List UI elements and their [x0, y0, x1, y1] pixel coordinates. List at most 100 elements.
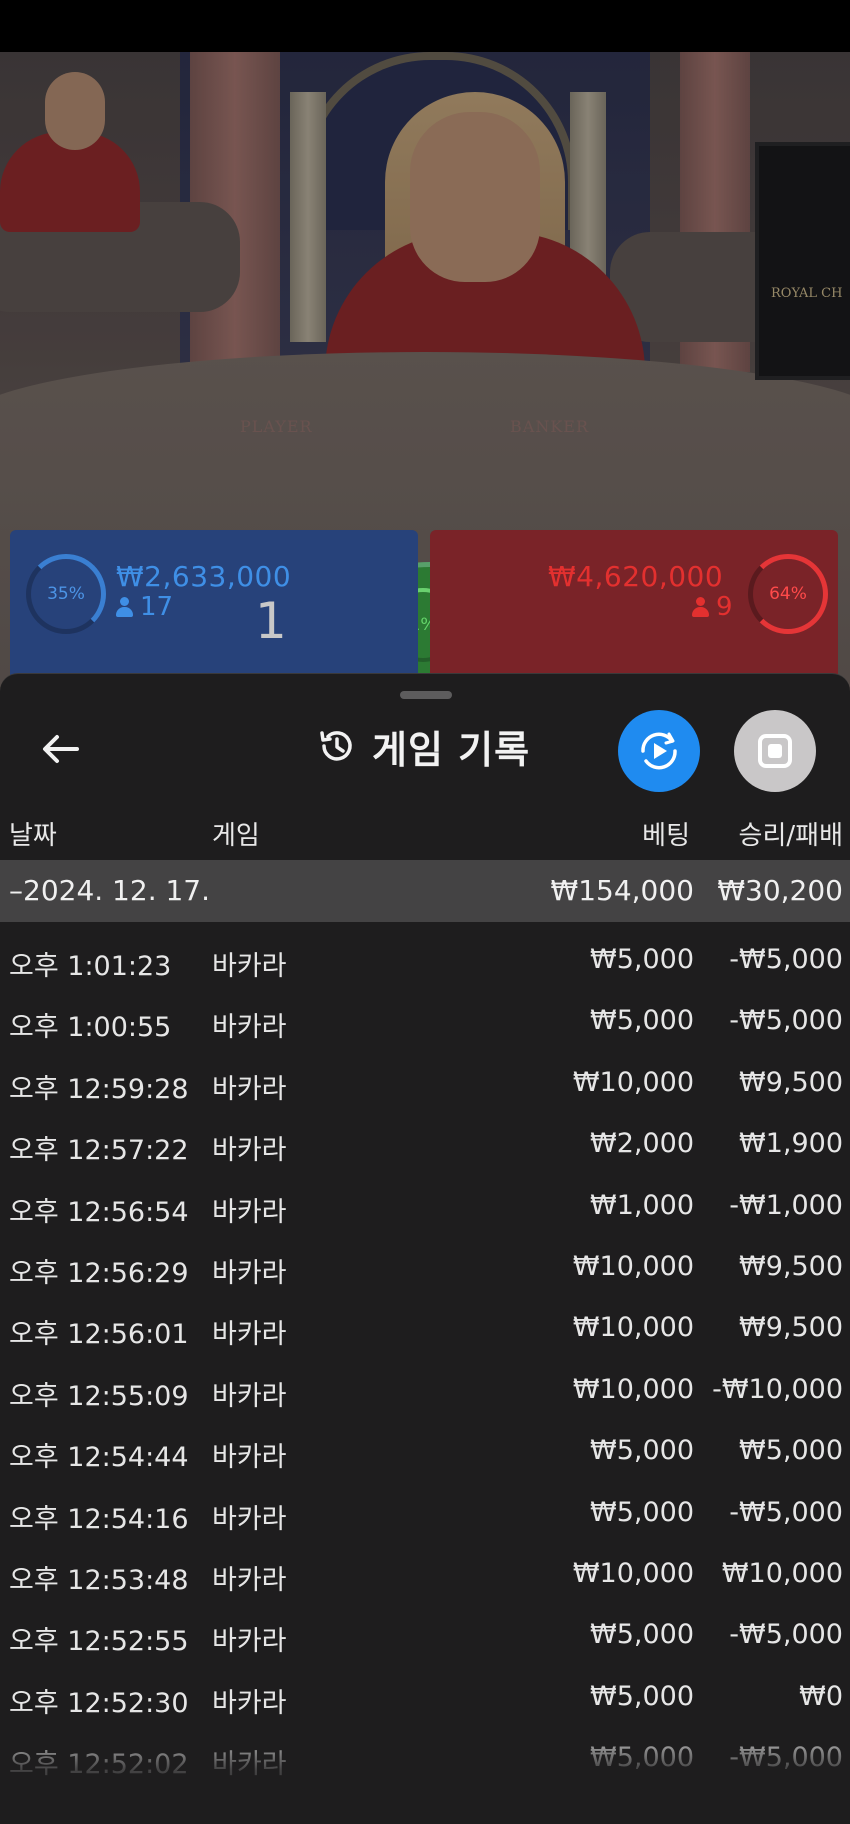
player-bet-panel[interactable]: 35% ₩2,633,000 17 1 [10, 530, 418, 695]
row-time: 오후 12:57:22 [9, 1135, 189, 1167]
row-result: -₩5,000 [729, 1496, 843, 1528]
row-time: 오후 1:00:55 [9, 1012, 172, 1044]
row-game: 바카라 [212, 1196, 287, 1228]
player-count: 17 [116, 592, 173, 622]
row-bet: ₩10,000 [572, 1373, 694, 1405]
sheet-header: 게임 기록 [316, 716, 530, 776]
row-time: 오후 12:54:16 [9, 1503, 189, 1535]
row-result: ₩10,000 [721, 1557, 843, 1589]
row-game: 바카라 [212, 1442, 287, 1474]
row-result: -₩5,000 [729, 1005, 843, 1037]
row-bet: ₩10,000 [572, 1066, 694, 1098]
row-time: 오후 12:54:44 [9, 1442, 189, 1474]
table-header: 날짜 게임 베팅 승리/패배 [0, 809, 850, 859]
row-result: -₩10,000 [712, 1373, 843, 1405]
banker-count-value: 9 [716, 592, 733, 622]
person-icon [116, 597, 133, 617]
column-date: 날짜 [9, 821, 57, 851]
status-bar [0, 0, 850, 52]
video-replay-button[interactable] [618, 710, 700, 792]
video-replay-icon [641, 732, 677, 770]
row-bet: ₩5,000 [590, 1435, 694, 1467]
row-result: ₩9,500 [739, 1312, 843, 1344]
row-game: 바카라 [212, 951, 287, 982]
row-game: 바카라 [212, 1257, 287, 1289]
table-row[interactable]: 오후 12:54:44 바카라 ₩5,000 ₩5,000 [0, 1413, 850, 1474]
date-group-bet-total: ₩154,000 [550, 874, 694, 907]
date-group-row[interactable]: –2024. 12. 17. ₩154,000 ₩30,200 [0, 860, 850, 922]
table-row[interactable]: 오후 12:54:16 바카라 ₩5,000 -₩5,000 [0, 1475, 850, 1536]
row-bet: ₩1,000 [590, 1189, 694, 1221]
person-icon [692, 597, 709, 617]
row-time: 오후 1:01:23 [9, 951, 172, 982]
table-row[interactable]: 오후 1:00:55 바카라 ₩5,000 -₩5,000 [0, 983, 850, 1044]
row-result: -₩5,000 [729, 1619, 843, 1651]
row-time: 오후 12:56:29 [9, 1257, 189, 1289]
player-count-value: 17 [140, 592, 174, 622]
player-bet-amount: ₩2,633,000 [116, 560, 292, 593]
banker-percent-ring: 64% [748, 554, 828, 634]
row-game: 바카라 [212, 1319, 287, 1351]
row-bet: ₩2,000 [590, 1128, 694, 1160]
row-game: 바카라 [212, 1687, 287, 1719]
history-icon [320, 731, 352, 761]
banker-count: 9 [692, 592, 733, 622]
row-game: 바카라 [212, 1503, 287, 1535]
row-game: 바카라 [212, 1073, 287, 1105]
date-group-result-total: ₩30,200 [717, 874, 843, 907]
row-bet: ₩5,000 [590, 1005, 694, 1037]
date-group-label: –2024. 12. 17. [9, 874, 211, 907]
row-result: ₩0 [799, 1680, 843, 1712]
row-time: 오후 12:52:55 [9, 1626, 189, 1658]
row-game: 바카라 [212, 1380, 287, 1412]
row-bet: ₩5,000 [590, 1619, 694, 1651]
row-result: -₩5,000 [729, 944, 843, 975]
column-result: 승리/패배 [738, 821, 843, 851]
row-game: 바카라 [212, 1626, 287, 1658]
row-result: ₩5,000 [739, 1435, 843, 1467]
table-row[interactable]: 오후 12:52:30 바카라 ₩5,000 ₩0 [0, 1659, 850, 1720]
row-time: 오후 12:55:09 [9, 1380, 189, 1412]
row-bet: ₩10,000 [572, 1312, 694, 1344]
row-game: 바카라 [212, 1135, 287, 1167]
back-button[interactable] [30, 719, 90, 779]
player-score: 1 [255, 592, 287, 650]
table-row[interactable]: 오후 12:53:48 바카라 ₩10,000 ₩10,000 [0, 1536, 850, 1597]
row-time: 오후 12:56:01 [9, 1319, 189, 1351]
column-game: 게임 [212, 821, 260, 851]
banker-bet-panel[interactable]: ₩4,620,000 9 64% [430, 530, 838, 695]
banker-bet-amount: ₩4,620,000 [548, 560, 724, 593]
table-row[interactable]: 오후 12:59:28 바카라 ₩10,000 ₩9,500 [0, 1045, 850, 1106]
banker-percent: 64% [769, 584, 807, 604]
table-row[interactable]: 오후 12:56:01 바카라 ₩10,000 ₩9,500 [0, 1290, 850, 1351]
row-result: ₩9,500 [739, 1250, 843, 1282]
row-time: 오후 12:52:30 [9, 1687, 189, 1719]
sheet-drag-handle[interactable] [400, 691, 452, 699]
table-row[interactable]: 오후 12:57:22 바카라 ₩2,000 ₩1,900 [0, 1106, 850, 1167]
row-result: -₩1,000 [729, 1189, 843, 1221]
row-result: ₩1,900 [739, 1128, 843, 1160]
row-bet: ₩10,000 [572, 1557, 694, 1589]
row-time: 오후 12:59:28 [9, 1073, 189, 1105]
row-game: 바카라 [212, 1564, 287, 1596]
arrow-left-icon [43, 735, 79, 763]
page-title: 게임 기록 [372, 727, 531, 772]
row-bet: ₩5,000 [590, 944, 694, 975]
list-fade [0, 1724, 850, 1824]
history-list: 오후 1:01:23 바카라 ₩5,000 -₩5,000 오후 1:00:55 바카라 ₩… [0, 922, 850, 1781]
table-row[interactable]: 오후 1:01:23 바카라 ₩5,000 -₩5,000 [0, 922, 850, 983]
row-time: 오후 12:56:54 [9, 1196, 189, 1228]
table-row[interactable]: 오후 12:52:55 바카라 ₩5,000 -₩5,000 [0, 1597, 850, 1658]
table-row[interactable]: 오후 12:56:54 바카라 ₩1,000 -₩1,000 [0, 1168, 850, 1229]
row-bet: ₩5,000 [590, 1680, 694, 1712]
row-time: 오후 12:53:48 [9, 1564, 189, 1596]
row-bet: ₩10,000 [572, 1250, 694, 1282]
stop-icon [758, 734, 792, 768]
stop-button[interactable] [734, 710, 816, 792]
table-row[interactable]: 오후 12:55:09 바카라 ₩10,000 -₩10,000 [0, 1352, 850, 1413]
game-history-sheet: 게임 기록 날짜 게임 베팅 승리/패배 –2024. 12. 17. ₩154… [0, 673, 850, 1824]
player-percent-ring: 35% [26, 554, 106, 634]
column-bet: 베팅 [642, 821, 690, 851]
table-row[interactable]: 오후 12:56:29 바카라 ₩10,000 ₩9,500 [0, 1229, 850, 1290]
row-result: ₩9,500 [739, 1066, 843, 1098]
